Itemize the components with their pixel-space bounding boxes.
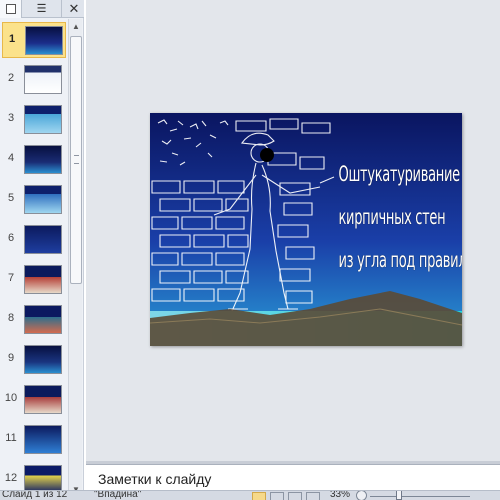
slide-number: 5	[7, 192, 15, 204]
slide-number: 1	[8, 33, 16, 45]
theme-name[interactable]: "Впадина"	[94, 491, 141, 500]
slide-thumbnail-6[interactable]: 6	[2, 222, 66, 258]
slide-thumbnail-7[interactable]: 7	[2, 262, 66, 298]
slide-number: 7	[7, 272, 15, 284]
slide-preview	[24, 65, 62, 94]
slide-number: 11	[5, 432, 17, 444]
reading-view-icon[interactable]	[288, 492, 302, 500]
slide-title[interactable]: Оштукатуривание кирпичных стен из угла п…	[338, 153, 463, 282]
slide-sorter-view-icon[interactable]	[270, 492, 284, 500]
notes-pane[interactable]: Заметки к слайду	[86, 464, 500, 490]
slide-thumbnail-8[interactable]: 8	[2, 302, 66, 338]
slide-preview	[25, 26, 63, 55]
current-slide[interactable]: Оштукатуривание кирпичных стен из угла п…	[150, 113, 462, 346]
zoom-out-icon[interactable]	[356, 491, 367, 500]
panel-scrollbar[interactable]: ▲ ▼	[68, 19, 82, 500]
zoom-slider[interactable]	[370, 496, 470, 497]
slide-number: 6	[7, 232, 15, 244]
slide-thumbnail-9[interactable]: 9	[2, 342, 66, 378]
slide-number: 9	[7, 352, 15, 364]
slideshow-view-icon[interactable]	[306, 492, 320, 500]
slide-thumbnail-3[interactable]: 3	[2, 102, 66, 138]
close-icon: ✕	[68, 1, 80, 16]
slide-preview	[24, 225, 62, 254]
slide-title-line-2: кирпичных стен	[338, 205, 446, 229]
slide-preview	[24, 305, 62, 334]
slide-number: 12	[4, 472, 18, 484]
slide-editing-area: Оштукатуривание кирпичных стен из угла п…	[86, 0, 500, 461]
slide-thumbnail-5[interactable]: 5	[2, 182, 66, 218]
slide-preview	[24, 105, 62, 134]
slide-preview	[24, 265, 62, 294]
slide-number: 4	[7, 152, 15, 164]
normal-view-icon[interactable]	[252, 492, 266, 500]
tab-slides[interactable]	[0, 0, 22, 18]
zoom-level[interactable]: 33%	[330, 491, 350, 500]
slide-number: 3	[7, 112, 15, 124]
notes-placeholder: Заметки к слайду	[98, 471, 212, 487]
slide-preview	[24, 345, 62, 374]
scroll-up-arrow-icon[interactable]: ▲	[70, 20, 82, 34]
close-panel-button[interactable]: ✕	[66, 0, 82, 18]
slides-panel: ☰ ✕ 123456789101112 ▲ ▼	[0, 0, 84, 500]
outline-tab-icon: ☰	[36, 3, 47, 15]
zoom-slider-knob[interactable]	[396, 491, 402, 500]
slide-title-line-3: из угла под правило	[338, 248, 463, 272]
slide-number: 2	[7, 72, 15, 84]
slide-preview	[24, 425, 62, 454]
slide-preview	[24, 185, 62, 214]
slide-counter: Слайд 1 из 12	[2, 490, 68, 500]
slide-number: 10	[4, 392, 18, 404]
panel-tabs: ☰ ✕	[0, 0, 84, 18]
slide-thumbnail-2[interactable]: 2	[2, 62, 66, 98]
slide-thumbnail-10[interactable]: 10	[2, 382, 66, 418]
status-bar: Слайд 1 из 12 "Впадина" 33%	[0, 490, 500, 500]
slide-preview	[24, 145, 62, 174]
slide-preview	[24, 385, 62, 414]
scroll-thumb[interactable]	[70, 36, 82, 284]
slide-number: 8	[7, 312, 15, 324]
slide-title-line-1: Оштукатуривание	[338, 162, 461, 186]
tab-outline[interactable]: ☰	[22, 0, 62, 18]
slide-thumbnail-1[interactable]: 1	[2, 22, 66, 58]
slides-tab-icon	[5, 4, 16, 14]
slide-thumbnail-11[interactable]: 11	[2, 422, 66, 458]
slide-thumbnail-4[interactable]: 4	[2, 142, 66, 178]
